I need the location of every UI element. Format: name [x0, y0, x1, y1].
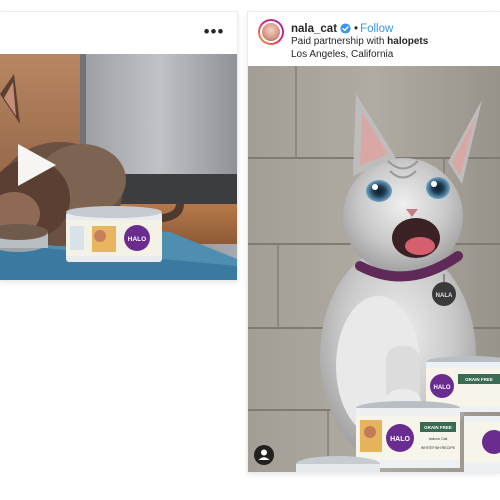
post-photo[interactable]: NALA HALO GRAIN FREE HALO GRAIN FREE Ind…: [248, 66, 500, 472]
can-grain-free-text-2: GRAIN FREE: [424, 425, 452, 430]
avatar[interactable]: [258, 19, 284, 45]
photo-image: NALA HALO GRAIN FREE HALO GRAIN FREE Ind…: [248, 66, 500, 472]
can-logo-text-large: HALO: [390, 436, 410, 443]
verified-badge-icon: [340, 23, 351, 34]
follow-button[interactable]: Follow: [360, 23, 393, 35]
can-recipe-text: WHITEFISH RECIPE: [421, 446, 456, 450]
partnership-prefix: Paid partnership with: [291, 36, 388, 47]
separator-dot: •: [354, 23, 359, 35]
play-button[interactable]: [10, 140, 60, 190]
more-options-button[interactable]: •••: [203, 22, 225, 42]
avatar-image: [262, 23, 280, 41]
username-link[interactable]: nala_cat: [291, 23, 337, 35]
play-icon: [18, 144, 56, 186]
location-link[interactable]: Los Angeles, California: [291, 48, 393, 61]
can-logo-text: HALO: [434, 385, 451, 391]
avatar-ring: [260, 21, 282, 43]
post-header: •••: [0, 12, 237, 54]
user-tag-icon: [258, 449, 270, 460]
video-post-card: ••• HALO: [0, 12, 237, 280]
post-video[interactable]: HALO: [0, 54, 237, 280]
more-options-icon: •••: [203, 22, 225, 41]
can-grain-free-text: GRAIN FREE: [465, 377, 493, 382]
post-header: nala_cat • Follow Paid partnership with ha…: [248, 12, 500, 66]
tagged-people-button[interactable]: [254, 445, 274, 465]
can-label: HALO: [128, 236, 146, 243]
photo-post-card: nala_cat • Follow Paid partnership with ha…: [248, 12, 500, 472]
collar-tag-text: NALA: [436, 293, 453, 299]
partner-brand-link[interactable]: halopets: [387, 36, 428, 47]
can-indoor-text: Indoor Cat: [429, 436, 449, 441]
paid-partnership-label: Paid partnership with halopets: [291, 35, 428, 48]
